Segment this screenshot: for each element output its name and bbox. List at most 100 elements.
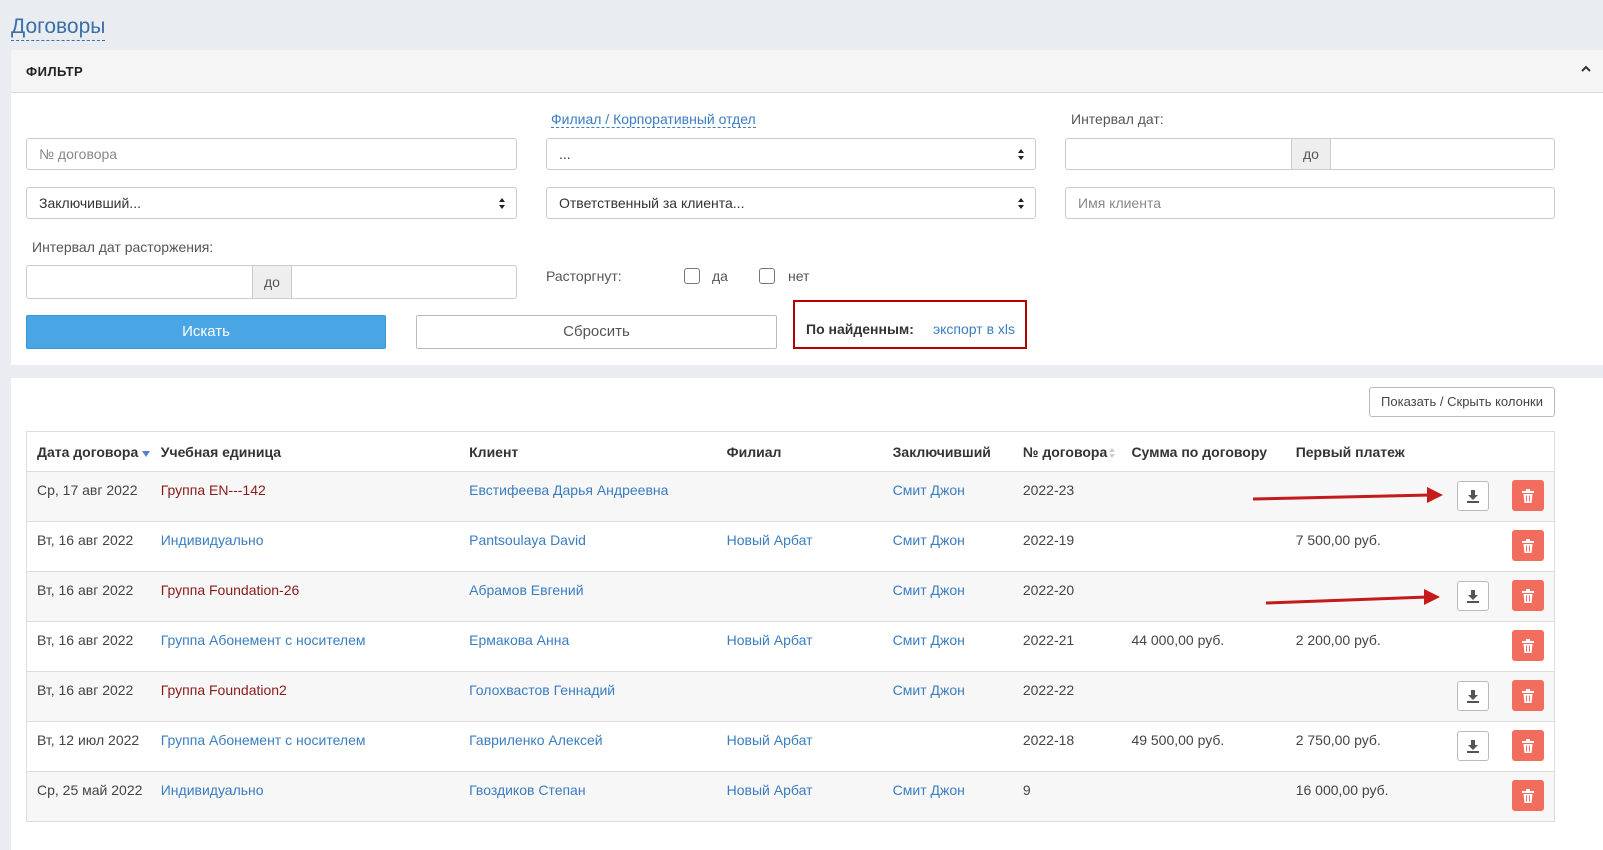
cell-number: 2022-18 xyxy=(1022,721,1132,772)
cell-number: 2022-20 xyxy=(1022,571,1132,622)
sort-icon xyxy=(1109,447,1116,458)
cell-date: Ср, 17 авг 2022 xyxy=(26,471,161,522)
sum-text xyxy=(1131,522,1295,532)
search-button[interactable]: Искать xyxy=(26,315,386,349)
unit-text[interactable]: Индивидуально xyxy=(161,772,469,798)
reset-button[interactable]: Сбросить xyxy=(416,315,777,349)
table-row: Вт, 16 авг 2022 Группа Foundation-26 Абрам… xyxy=(26,571,1555,622)
contract-number-input[interactable]: № договора xyxy=(26,138,517,170)
download-button[interactable] xyxy=(1457,731,1489,761)
branch-text[interactable]: Новый Арбат xyxy=(727,722,893,748)
number-text: 2022-20 xyxy=(1022,582,1075,598)
cell-concluded: Смит Джон xyxy=(892,521,1023,572)
page-title[interactable]: Договоры xyxy=(11,14,106,41)
header-contract-number[interactable]: № договора xyxy=(1022,431,1132,472)
filter-header[interactable]: ФИЛЬТР xyxy=(11,50,1603,93)
header-label: Дата договора xyxy=(37,443,139,460)
concluded-by-select[interactable]: Заключивший... xyxy=(26,187,517,219)
trash-icon xyxy=(1522,788,1534,803)
sum-text: 44 000,00 руб. xyxy=(1131,632,1225,648)
client-text[interactable]: Гвоздиков Степан xyxy=(469,772,727,798)
client-text[interactable]: Ермакова Анна xyxy=(469,622,727,648)
header-label: № договора xyxy=(1022,443,1108,460)
chevron-up-icon[interactable] xyxy=(1579,62,1593,76)
cell-number: 2022-22 xyxy=(1022,671,1132,722)
delete-button[interactable] xyxy=(1512,730,1544,761)
cell-concluded: Смит Джон xyxy=(892,471,1023,522)
branch-text[interactable] xyxy=(727,572,893,582)
table-row: Вт, 16 авг 2022 Группа Абонемент с носите… xyxy=(26,621,1555,672)
cell-sum xyxy=(1131,771,1296,822)
date-interval-group: до xyxy=(1065,138,1555,170)
cell-unit: Группа Абонемент с носителем xyxy=(160,621,470,672)
download-button[interactable] xyxy=(1457,481,1489,511)
toggle-columns-button[interactable]: Показать / Скрыть колонки xyxy=(1369,387,1555,417)
branch-link[interactable]: Филиал / Корпоративный отдел xyxy=(551,111,756,128)
concluded-text[interactable] xyxy=(893,722,1023,732)
client-name-input[interactable]: Имя клиента xyxy=(1065,187,1555,219)
delete-button[interactable] xyxy=(1512,480,1544,511)
date-to-addon: до xyxy=(1291,139,1331,169)
select-arrows-icon xyxy=(499,198,505,209)
branch-link-text[interactable]: Филиал / Корпоративный отдел xyxy=(551,111,756,128)
date-interval-label: Интервал дат: xyxy=(1071,111,1164,127)
number-text: 2022-23 xyxy=(1022,482,1075,498)
unit-text[interactable]: Группа Абонемент с носителем xyxy=(161,722,469,748)
termination-to-addon: до xyxy=(252,266,292,298)
date-text: Вт, 16 авг 2022 xyxy=(37,682,134,698)
concluded-by-value: Заключивший... xyxy=(39,195,141,211)
client-text[interactable]: Pantsoulaya David xyxy=(469,522,727,548)
client-text[interactable]: Гавриленко Алексей xyxy=(469,722,727,748)
cell-branch xyxy=(726,471,893,522)
concluded-text[interactable]: Смит Джон xyxy=(893,622,1023,648)
header-unit: Учебная единица xyxy=(160,431,470,472)
header-first-payment: Первый платеж xyxy=(1295,431,1555,472)
concluded-text[interactable]: Смит Джон xyxy=(893,472,1023,498)
delete-button[interactable] xyxy=(1512,780,1544,811)
unit-text[interactable]: Индивидуально xyxy=(161,522,469,548)
concluded-text[interactable]: Смит Джон xyxy=(893,772,1023,798)
export-xls-link[interactable]: экспорт в xls xyxy=(933,321,1015,337)
branch-text[interactable] xyxy=(727,672,893,682)
concluded-text[interactable]: Смит Джон xyxy=(893,572,1023,598)
client-text[interactable]: Голохвастов Геннадий xyxy=(469,672,727,698)
download-icon xyxy=(1467,690,1479,703)
unit-text[interactable]: Группа Абонемент с носителем xyxy=(161,622,469,648)
unit-text[interactable]: Группа EN---142 xyxy=(161,472,469,498)
branch-text[interactable]: Новый Арбат xyxy=(727,772,893,798)
table-row: Вт, 16 авг 2022 Группа Foundation2 Голохва… xyxy=(26,671,1555,722)
terminated-yes-checkbox[interactable] xyxy=(684,268,700,284)
concluded-text[interactable]: Смит Джон xyxy=(893,522,1023,548)
download-button[interactable] xyxy=(1457,681,1489,711)
responsible-select[interactable]: Ответственный за клиента... xyxy=(546,187,1036,219)
delete-button[interactable] xyxy=(1512,680,1544,711)
concluded-text[interactable]: Смит Джон xyxy=(893,672,1023,698)
cell-unit: Группа Foundation-26 xyxy=(160,571,470,622)
delete-button[interactable] xyxy=(1512,580,1544,611)
branch-select[interactable]: ... xyxy=(546,138,1036,170)
header-contract-date[interactable]: Дата договора xyxy=(26,431,161,472)
terminated-label: Расторгнут: xyxy=(546,268,622,284)
branch-text[interactable]: Новый Арбат xyxy=(727,622,893,648)
unit-text[interactable]: Группа Foundation2 xyxy=(161,672,469,698)
download-button[interactable] xyxy=(1457,581,1489,611)
export-label: По найденным: xyxy=(806,321,914,337)
branch-text[interactable]: Новый Арбат xyxy=(727,522,893,548)
terminated-no-checkbox[interactable] xyxy=(759,268,775,284)
cell-sum: 49 500,00 руб. xyxy=(1131,721,1296,772)
cell-concluded: Смит Джон xyxy=(892,671,1023,722)
cell-branch: Новый Арбат xyxy=(726,521,893,572)
client-text[interactable]: Евстифеева Дарья Андреевна xyxy=(469,472,727,498)
sort-desc-icon xyxy=(142,451,151,458)
cell-concluded: Смит Джон xyxy=(892,771,1023,822)
cell-client: Гвоздиков Степан xyxy=(469,771,727,822)
download-icon xyxy=(1467,490,1479,503)
delete-button[interactable] xyxy=(1512,530,1544,561)
client-text[interactable]: Абрамов Евгений xyxy=(469,572,727,598)
select-arrows-icon xyxy=(1018,149,1024,160)
sum-text xyxy=(1131,472,1295,482)
unit-text[interactable]: Группа Foundation-26 xyxy=(161,572,469,598)
header-contract-sum: Сумма по договору xyxy=(1131,431,1296,472)
branch-text[interactable] xyxy=(727,472,893,482)
delete-button[interactable] xyxy=(1512,630,1544,661)
